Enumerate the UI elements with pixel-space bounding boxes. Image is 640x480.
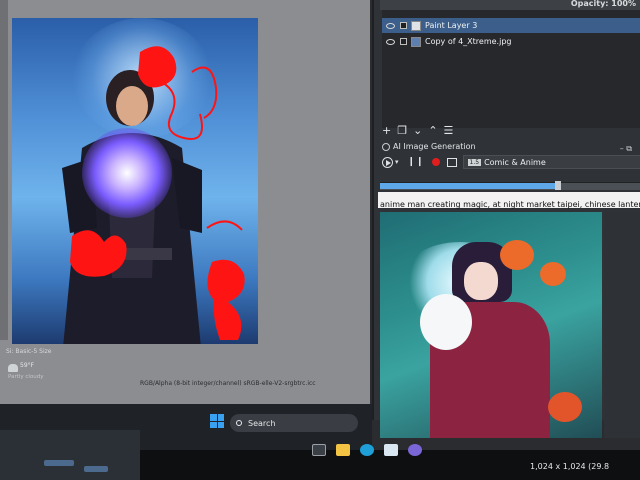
layer-name: Paint Layer 3 xyxy=(425,21,478,30)
generate-dropdown-icon[interactable]: ▾ xyxy=(395,158,399,166)
ai-generation-icon xyxy=(382,142,390,151)
visibility-eye-icon[interactable] xyxy=(386,38,395,45)
preview-side-margin xyxy=(604,212,640,438)
secondary-tab[interactable] xyxy=(84,466,108,472)
generate-play-icon[interactable] xyxy=(382,156,393,168)
secondary-tab[interactable] xyxy=(44,460,74,466)
visibility-eye-icon[interactable] xyxy=(386,22,395,29)
layer-checkbox[interactable] xyxy=(400,22,407,29)
secondary-window xyxy=(0,430,140,480)
prompt-input[interactable]: anime man creating magic, at night marke… xyxy=(378,192,640,209)
task-view-icon[interactable] xyxy=(312,444,326,456)
layer-name: Copy of 4_Xtreme.jpg xyxy=(425,37,512,46)
canvas-left-strip xyxy=(0,0,8,340)
layer-toolbar: + ❐ ⌄ ⌃ ☰ xyxy=(382,124,532,138)
layer-row-copy-of-4-xtreme[interactable]: Copy of 4_Xtreme.jpg xyxy=(382,34,640,49)
preview-lantern xyxy=(540,262,566,286)
generated-image-preview[interactable] xyxy=(380,212,602,438)
style-version-badge: 1.5 xyxy=(467,158,482,166)
ai-controls: ▾ ❙❙ 1.5 Comic & Anime xyxy=(382,154,640,170)
opacity-label: Opacity: 100% xyxy=(570,0,636,8)
taskbar-search[interactable]: Search xyxy=(230,414,358,432)
ai-panel-header: AI Image Generation xyxy=(382,142,476,151)
brush-size-label: Si: Basic-5 Size xyxy=(6,348,52,355)
panel-options-icon[interactable]: – ⧉ xyxy=(620,144,632,154)
style-value: Comic & Anime xyxy=(484,157,546,167)
pause-icon[interactable]: ❙❙ xyxy=(407,157,424,167)
preview-lantern xyxy=(548,392,582,422)
progress-fill xyxy=(380,183,559,189)
color-profile-status: RGB/Alpha (8-bit integer/channel) sRGB-e… xyxy=(140,380,316,387)
preview-ghost-creature xyxy=(420,294,472,350)
weather-temperature: 59°F xyxy=(20,362,35,369)
microsoft-store-icon[interactable] xyxy=(384,444,398,456)
style-select[interactable]: 1.5 Comic & Anime xyxy=(462,155,640,169)
search-icon xyxy=(236,420,242,426)
weather-widget[interactable]: Si: Basic-5 Size 59°F Partly cloudy xyxy=(4,348,144,398)
preview-lantern xyxy=(500,240,534,270)
prompt-text: anime man creating magic, at night marke… xyxy=(380,200,640,209)
opacity-bar[interactable]: Opacity: 100% xyxy=(380,0,640,10)
edge-browser-icon[interactable] xyxy=(360,444,374,456)
file-explorer-icon[interactable] xyxy=(336,444,350,456)
record-icon[interactable] xyxy=(431,158,440,166)
cloud-icon xyxy=(8,364,18,372)
docker-panel: Opacity: 100% Paint Layer 3 Copy of 4_Xt… xyxy=(372,0,640,438)
duplicate-icon[interactable]: ❐ xyxy=(397,125,407,137)
preview-face xyxy=(464,262,498,300)
layer-thumbnail xyxy=(411,36,421,47)
layers-list: Paint Layer 3 Copy of 4_Xtreme.jpg xyxy=(382,10,640,128)
app-icon[interactable] xyxy=(408,444,422,456)
layer-thumbnail xyxy=(411,20,421,31)
search-label: Search xyxy=(248,418,276,428)
progress-handle[interactable] xyxy=(555,181,562,190)
menu-icon[interactable]: ☰ xyxy=(444,125,454,137)
weather-condition: Partly cloudy xyxy=(8,374,44,380)
queue-icon[interactable] xyxy=(446,157,457,167)
windows-start-icon[interactable] xyxy=(210,414,224,428)
chevron-down-icon[interactable]: ⌄ xyxy=(413,125,422,137)
red-brush-strokes xyxy=(70,46,245,340)
canvas-area[interactable]: Si: Basic-5 Size 59°F Partly cloudy RGB/… xyxy=(0,0,370,408)
ai-panel-title: AI Image Generation xyxy=(393,142,476,151)
chevron-up-icon[interactable]: ⌃ xyxy=(428,125,437,137)
layer-row-paint-layer-3[interactable]: Paint Layer 3 xyxy=(382,18,640,33)
plus-icon[interactable]: + xyxy=(382,125,391,137)
layer-checkbox[interactable] xyxy=(400,38,407,45)
generation-progress-bar[interactable] xyxy=(380,181,640,190)
taskbar-apps xyxy=(312,440,422,460)
image-dimensions-label: 1,024 x 1,024 (29.8 xyxy=(530,462,610,471)
canvas-artwork[interactable] xyxy=(12,18,258,344)
